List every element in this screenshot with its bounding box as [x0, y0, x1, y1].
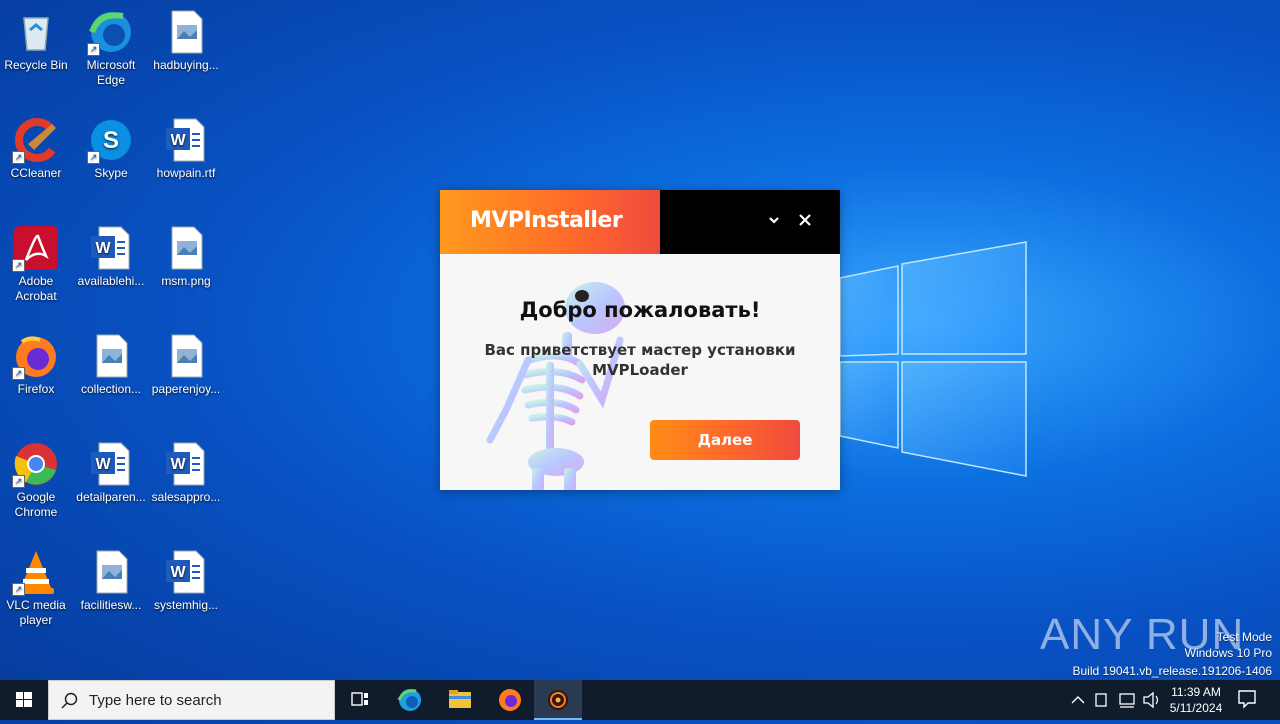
desktop-icon-label: salesappro... [151, 490, 221, 504]
svg-text:W: W [95, 456, 111, 473]
search-icon [61, 692, 78, 709]
desktop-icon-label: howpain.rtf [156, 166, 216, 180]
vlc-icon: ↗ [12, 548, 60, 596]
notification-icon[interactable] [1236, 688, 1258, 710]
desktop-icon[interactable]: Wdetailparen... [75, 440, 147, 505]
desktop-icon-label: Microsoft Edge [86, 58, 136, 87]
skype-icon: S ↗ [87, 116, 135, 164]
desktop-icon[interactable]: Wavailablehi... [75, 224, 147, 289]
desktop-icon-label: msm.png [161, 274, 211, 288]
firefox-taskbar-icon[interactable] [486, 680, 534, 720]
installer-title: Добро пожаловать! [519, 298, 761, 322]
installer-brand-label: MVPInstaller [470, 208, 623, 233]
edge-icon: ↗ [87, 8, 135, 56]
installer-brand: MVPInstaller [440, 190, 660, 254]
shortcut-arrow-icon: ↗ [12, 367, 25, 380]
desktop-icon[interactable]: collection... [75, 332, 147, 397]
watermark-build: Build 19041.vb_release.191206-1406 [1072, 664, 1273, 678]
shortcut-arrow-icon: ↗ [87, 43, 100, 56]
desktop-icon[interactable]: Wsystemhig... [150, 548, 222, 613]
desktop-icon-label: Skype [94, 166, 128, 180]
desktop-icon[interactable]: hadbuying... [150, 8, 222, 73]
desktop-icon[interactable]: ↗ Firefox [0, 332, 72, 397]
taskbar: Type here to search 11:39 AM 5/11/2024 [0, 680, 1280, 720]
task-view-icon[interactable] [336, 680, 384, 720]
installer-subtitle: Вас приветствует мастер установки MVPLoa… [470, 340, 810, 380]
edge-taskbar-icon[interactable] [386, 680, 434, 720]
svg-text:W: W [170, 456, 186, 473]
installer-subtitle-line1: Вас приветствует мастер установки [484, 341, 796, 359]
word-doc-icon: W [87, 440, 135, 488]
desktop-icon[interactable]: msm.png [150, 224, 222, 289]
taskbar-search[interactable]: Type here to search [48, 680, 335, 720]
desktop-icon[interactable]: Recycle Bin [0, 8, 72, 73]
installer-header: MVPInstaller [440, 190, 840, 254]
shortcut-arrow-icon: ↗ [12, 475, 25, 488]
desktop-icon[interactable]: Wsalesappro... [150, 440, 222, 505]
installer-window: MVPInstaller Добро пожаловать! Вас приве… [440, 190, 840, 490]
word-doc-icon: W [162, 116, 210, 164]
desktop-icon-label: paperenjoy... [151, 382, 221, 396]
desktop-icon-label: Google Chrome [14, 490, 58, 519]
search-placeholder: Type here to search [89, 692, 222, 709]
image-file-icon [162, 332, 210, 380]
firefox-icon: ↗ [12, 332, 60, 380]
desktop-icon[interactable]: ↗ VLC media player [0, 548, 72, 628]
chrome-icon: ↗ [12, 440, 60, 488]
image-file-icon [162, 224, 210, 272]
ccleaner-icon: ↗ [12, 116, 60, 164]
installer-subtitle-line2: MVPLoader [592, 361, 688, 379]
svg-text:S: S [103, 127, 119, 154]
start-button[interactable] [0, 680, 48, 720]
word-doc-icon: W [162, 440, 210, 488]
desktop-icon-label: Adobe Acrobat [15, 274, 57, 303]
shortcut-arrow-icon: ↗ [12, 583, 25, 596]
desktop-icon-label: CCleaner [10, 166, 62, 180]
desktop-icon-label: systemhig... [153, 598, 219, 612]
word-doc-icon: W [87, 224, 135, 272]
svg-text:W: W [170, 132, 186, 149]
desktop-icon-label: VLC media player [6, 598, 66, 627]
desktop-icon-label: Firefox [17, 382, 55, 396]
acrobat-icon: ↗ [12, 224, 60, 272]
chevron-down-icon[interactable] [762, 210, 786, 234]
desktop-icon[interactable]: S ↗ Skype [75, 116, 147, 181]
close-icon[interactable] [793, 210, 817, 234]
desktop-icon-label: Recycle Bin [4, 58, 68, 72]
image-file-icon [87, 548, 135, 596]
windows-start-icon [16, 692, 32, 707]
desktop-icon-label: facilitiesw... [80, 598, 142, 612]
image-file-icon [162, 8, 210, 56]
desktop-icon[interactable]: ↗ Google Chrome [0, 440, 72, 520]
shortcut-arrow-icon: ↗ [12, 259, 25, 272]
svg-text:W: W [95, 240, 111, 257]
desktop-icon[interactable]: ↗ Adobe Acrobat [0, 224, 72, 304]
desktop-icon[interactable]: ↗ Microsoft Edge [75, 8, 147, 88]
desktop-icon[interactable]: ↗ CCleaner [0, 116, 72, 181]
desktop-icon-label: detailparen... [76, 490, 146, 504]
desktop-icon[interactable]: Whowpain.rtf [150, 116, 222, 181]
clock-time: 11:39 AM [1171, 685, 1221, 699]
image-file-icon [87, 332, 135, 380]
installer-taskbar-icon[interactable] [534, 680, 582, 720]
file-explorer-icon[interactable] [436, 680, 484, 720]
clock-date: 5/11/2024 [1169, 701, 1223, 715]
desktop-icon[interactable]: paperenjoy... [150, 332, 222, 397]
desktop-icon-label: availablehi... [77, 274, 145, 288]
watermark-os: Windows 10 Pro [1184, 646, 1272, 660]
word-doc-icon: W [162, 548, 210, 596]
watermark-test-mode: Test Mode [1216, 630, 1272, 644]
desktop-icon-label: hadbuying... [153, 58, 219, 72]
shortcut-arrow-icon: ↗ [12, 151, 25, 164]
desktop-icon[interactable]: facilitiesw... [75, 548, 147, 613]
recycle-bin-icon [12, 8, 60, 56]
shortcut-arrow-icon: ↗ [87, 151, 100, 164]
next-button[interactable]: Далее [650, 420, 800, 460]
svg-text:W: W [170, 564, 186, 581]
taskbar-clock[interactable]: 11:39 AM 5/11/2024 [1160, 684, 1232, 716]
desktop-icon-label: collection... [80, 382, 142, 396]
